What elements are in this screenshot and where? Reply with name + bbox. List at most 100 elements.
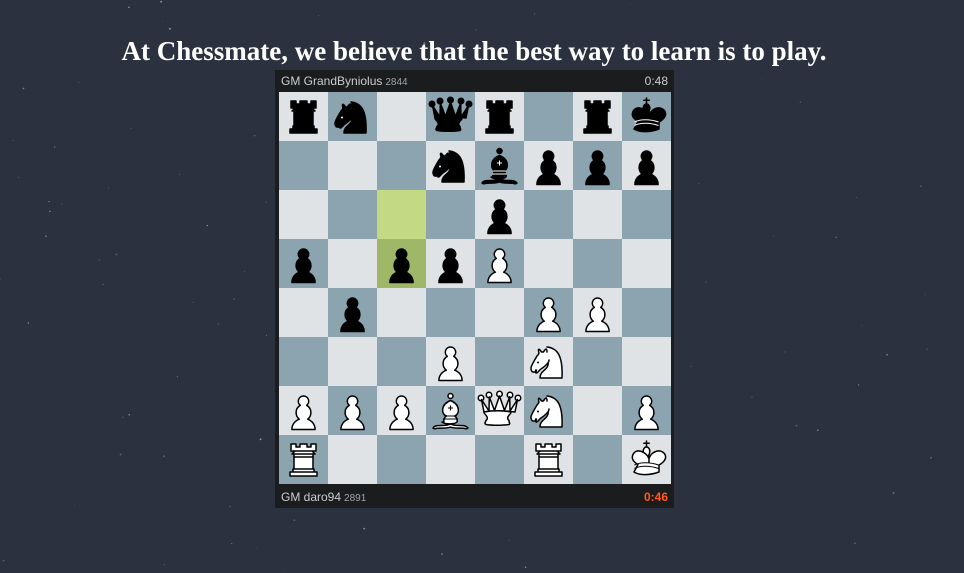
- square-g2[interactable]: [573, 386, 622, 435]
- white-bishop-icon[interactable]: [426, 386, 475, 435]
- square-c1[interactable]: [377, 435, 426, 484]
- white-queen-icon[interactable]: [475, 386, 524, 435]
- square-e8[interactable]: [475, 92, 524, 141]
- square-f5[interactable]: [524, 239, 573, 288]
- black-knight-icon[interactable]: [426, 141, 475, 190]
- square-b4[interactable]: [328, 288, 377, 337]
- square-f6[interactable]: [524, 190, 573, 239]
- square-c4[interactable]: [377, 288, 426, 337]
- square-e1[interactable]: [475, 435, 524, 484]
- square-g1[interactable]: [573, 435, 622, 484]
- square-d1[interactable]: [426, 435, 475, 484]
- black-rook-icon[interactable]: [279, 92, 328, 141]
- square-g6[interactable]: [573, 190, 622, 239]
- square-b1[interactable]: [328, 435, 377, 484]
- square-h4[interactable]: [622, 288, 671, 337]
- black-pawn-icon[interactable]: [426, 239, 475, 288]
- square-d4[interactable]: [426, 288, 475, 337]
- black-bishop-icon[interactable]: [475, 141, 524, 190]
- white-pawn-icon[interactable]: [279, 386, 328, 435]
- black-queen-icon[interactable]: [426, 92, 475, 141]
- white-pawn-icon[interactable]: [524, 288, 573, 337]
- white-rook-icon[interactable]: [524, 435, 573, 484]
- square-h1[interactable]: [622, 435, 671, 484]
- square-b8[interactable]: [328, 92, 377, 141]
- square-a1[interactable]: [279, 435, 328, 484]
- star: [119, 453, 122, 456]
- square-b5[interactable]: [328, 239, 377, 288]
- square-a8[interactable]: [279, 92, 328, 141]
- square-f4[interactable]: [524, 288, 573, 337]
- square-e7[interactable]: [475, 141, 524, 190]
- white-pawn-icon[interactable]: [475, 239, 524, 288]
- square-c3[interactable]: [377, 337, 426, 386]
- white-king-icon[interactable]: [622, 435, 671, 484]
- chess-board[interactable]: [279, 92, 671, 484]
- square-h5[interactable]: [622, 239, 671, 288]
- white-pawn-icon[interactable]: [328, 386, 377, 435]
- white-pawn-icon[interactable]: [622, 386, 671, 435]
- black-pawn-icon[interactable]: [377, 239, 426, 288]
- white-pawn-icon[interactable]: [377, 386, 426, 435]
- black-king-icon[interactable]: [622, 92, 671, 141]
- square-h2[interactable]: [622, 386, 671, 435]
- white-knight-icon[interactable]: [524, 386, 573, 435]
- star: [102, 283, 104, 286]
- square-h6[interactable]: [622, 190, 671, 239]
- square-d8[interactable]: [426, 92, 475, 141]
- square-d6[interactable]: [426, 190, 475, 239]
- square-d7[interactable]: [426, 141, 475, 190]
- white-knight-icon[interactable]: [524, 337, 573, 386]
- black-pawn-icon[interactable]: [279, 239, 328, 288]
- square-d2[interactable]: [426, 386, 475, 435]
- square-a6[interactable]: [279, 190, 328, 239]
- black-pawn-icon[interactable]: [328, 288, 377, 337]
- square-h3[interactable]: [622, 337, 671, 386]
- square-g7[interactable]: [573, 141, 622, 190]
- square-g4[interactable]: [573, 288, 622, 337]
- square-c7[interactable]: [377, 141, 426, 190]
- square-e2[interactable]: [475, 386, 524, 435]
- black-rook-icon[interactable]: [475, 92, 524, 141]
- square-h7[interactable]: [622, 141, 671, 190]
- square-c6[interactable]: [377, 190, 426, 239]
- square-g5[interactable]: [573, 239, 622, 288]
- bottom-player-clock: 0:46: [643, 490, 668, 504]
- square-a5[interactable]: [279, 239, 328, 288]
- square-d5[interactable]: [426, 239, 475, 288]
- square-g3[interactable]: [573, 337, 622, 386]
- square-c8[interactable]: [377, 92, 426, 141]
- white-pawn-icon[interactable]: [573, 288, 622, 337]
- square-b3[interactable]: [328, 337, 377, 386]
- square-e4[interactable]: [475, 288, 524, 337]
- black-rook-icon[interactable]: [573, 92, 622, 141]
- square-f8[interactable]: [524, 92, 573, 141]
- square-f7[interactable]: [524, 141, 573, 190]
- black-pawn-icon[interactable]: [475, 190, 524, 239]
- white-pawn-icon[interactable]: [426, 337, 475, 386]
- square-f1[interactable]: [524, 435, 573, 484]
- square-e5[interactable]: [475, 239, 524, 288]
- square-a7[interactable]: [279, 141, 328, 190]
- square-a3[interactable]: [279, 337, 328, 386]
- square-f2[interactable]: [524, 386, 573, 435]
- black-pawn-icon[interactable]: [524, 141, 573, 190]
- square-b2[interactable]: [328, 386, 377, 435]
- square-h8[interactable]: [622, 92, 671, 141]
- black-knight-icon[interactable]: [328, 92, 377, 141]
- square-d3[interactable]: [426, 337, 475, 386]
- white-rook-icon[interactable]: [279, 435, 328, 484]
- square-e6[interactable]: [475, 190, 524, 239]
- star: [98, 258, 101, 261]
- square-b7[interactable]: [328, 141, 377, 190]
- square-e3[interactable]: [475, 337, 524, 386]
- square-a2[interactable]: [279, 386, 328, 435]
- black-pawn-icon[interactable]: [622, 141, 671, 190]
- black-pawn-icon[interactable]: [573, 141, 622, 190]
- square-c2[interactable]: [377, 386, 426, 435]
- square-b6[interactable]: [328, 190, 377, 239]
- square-a4[interactable]: [279, 288, 328, 337]
- square-g8[interactable]: [573, 92, 622, 141]
- square-c5[interactable]: [377, 239, 426, 288]
- square-f3[interactable]: [524, 337, 573, 386]
